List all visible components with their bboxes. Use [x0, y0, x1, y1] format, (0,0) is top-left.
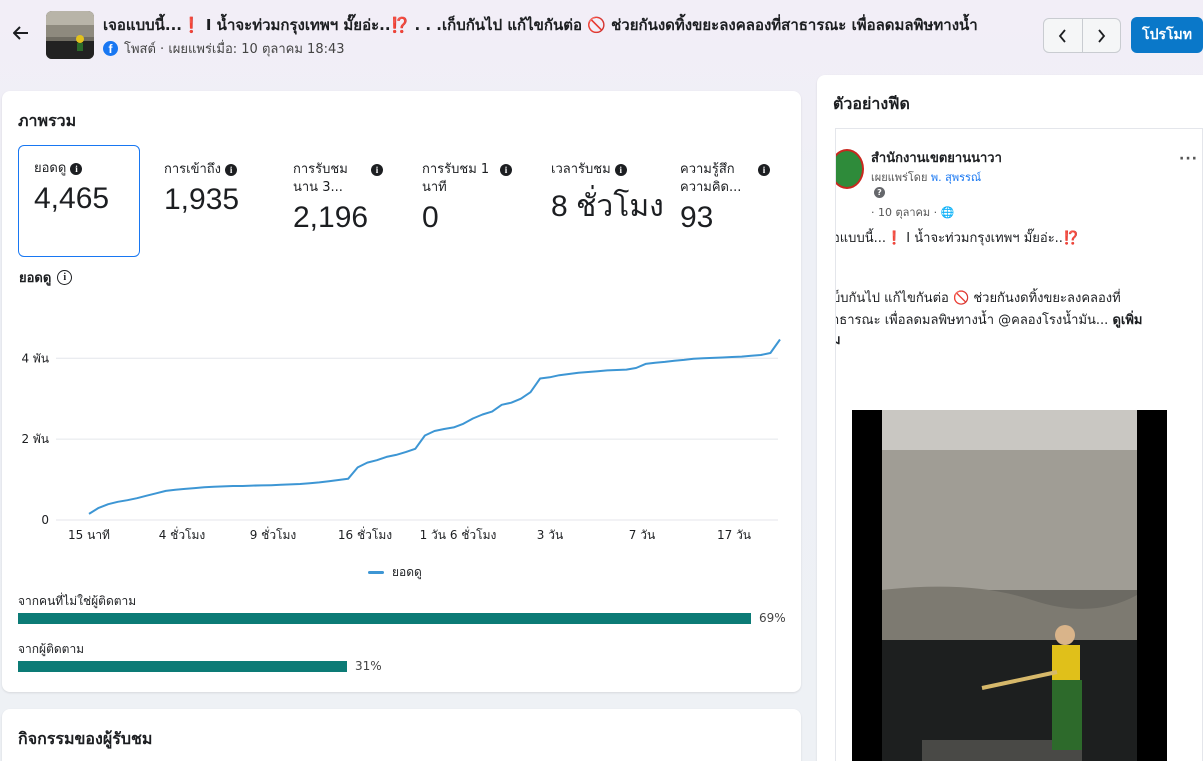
post-meta: f โพสต์ · เผยแพร่เมื่อ: 10 ตุลาคม 18:43 [103, 38, 345, 59]
promote-button[interactable]: โปรโมท [1131, 17, 1203, 53]
feed-preview-title: ตัวอย่างฟีด [833, 94, 910, 113]
post-text-line: ม [836, 329, 841, 350]
legend-label: ยอดดู [392, 565, 422, 579]
x-tick-label: 17 วัน [717, 528, 751, 542]
x-tick-label: 15 นาที [68, 528, 110, 542]
audience-followers: จากผู้ติดตาม 31% [18, 640, 790, 676]
see-more-link[interactable]: ดูเพิ่ม [1112, 313, 1142, 328]
post-meta-text: โพสต์ · เผยแพร่เมื่อ: 10 ตุลาคม 18:43 [124, 42, 345, 57]
more-options-icon[interactable]: ··· [1179, 151, 1198, 167]
x-tick-label: 16 ชั่วโมง [338, 526, 392, 542]
views-line-chart: 0 2 พัน 4 พัน 15 นาที 4 ชั่วโมง 9 ชั่วโมง 16 ช… [21, 338, 781, 542]
question-icon[interactable]: ? [874, 187, 885, 198]
post-thumbnail [46, 11, 94, 59]
audience-bar-fill [18, 613, 751, 624]
audience-percent: 31% [355, 659, 382, 673]
y-tick-label: 2 พัน [21, 432, 49, 446]
post-date: · 10 ตุลาคม · 🌐 [871, 206, 955, 219]
chevron-right-icon [1098, 28, 1105, 43]
post-text-line: บ็บกันไป แก้ไขกันต่อ 🚫 ช่วยกันงดทิ้งขยะล… [835, 291, 1121, 306]
overview-card: ภาพรวม ยอดดู i 4,465 การเข้าถึง i 1,935 … [2, 91, 801, 692]
audience-bar-fill [18, 661, 348, 672]
publisher-link[interactable]: พ. สุพรรณ์ [931, 171, 981, 184]
page-avatar[interactable] [836, 149, 864, 189]
published-by: เผยแพร่โดย พ. สุพรรณ์ [871, 171, 982, 184]
post-navigation [1043, 18, 1121, 53]
back-arrow-icon[interactable] [10, 22, 32, 44]
post-header: เจอแบบนี้...❗ I น้ำจะท่วมกรุงเทพฯ มั๊ยอ่… [0, 0, 1203, 72]
post-video[interactable] [852, 410, 1167, 761]
audience-non-followers: จากคนที่ไม่ใช่ผู้ติดตาม 69% [18, 592, 790, 628]
views-series-line[interactable] [88, 338, 781, 515]
facebook-icon: f [103, 41, 118, 56]
activity-title: กิจกรรมของผู้รับชม [18, 729, 153, 748]
post-text-line: าธารณะ เพื่อลดมลพิษทางน้ำ @คลองโรงน้ำมัน… [835, 313, 1143, 328]
audience-label: จากคนที่ไม่ใช่ผู้ติดตาม [18, 594, 137, 608]
previous-post-button[interactable] [1044, 19, 1083, 52]
audience-bar [18, 613, 753, 624]
next-post-button[interactable] [1083, 19, 1121, 52]
feed-preview-card: ตัวอย่างฟีด สำนักงานเขตยานนาวา เผยแพร่โด… [817, 75, 1203, 761]
page-name[interactable]: สำนักงานเขตยานนาวา [871, 147, 1002, 168]
x-tick-label: 7 วัน [629, 528, 655, 542]
y-tick-label: 0 [41, 513, 49, 527]
feed-post: สำนักงานเขตยานนาวา เผยแพร่โดย พ. สุพรรณ์… [835, 128, 1203, 761]
audience-percent: 69% [759, 611, 786, 625]
chart-legend: ยอดดู [368, 563, 422, 582]
chevron-left-icon [1059, 28, 1066, 43]
x-tick-label: 4 ชั่วโมง [159, 526, 206, 542]
legend-swatch [368, 571, 384, 574]
post-text-line: อแบบนี้...❗ I น้ำจะท่วมกรุงเทพฯ มั๊ยอ่ะ.… [835, 231, 1080, 246]
x-tick-label: 1 วัน 6 ชั่วโมง [420, 526, 497, 542]
audience-bar [18, 661, 753, 672]
x-tick-label: 9 ชั่วโมง [250, 526, 297, 542]
globe-icon: 🌐 [940, 206, 955, 219]
audience-label: จากผู้ติดตาม [18, 642, 85, 656]
y-tick-label: 4 พัน [21, 351, 49, 365]
x-tick-label: 3 วัน [537, 528, 563, 542]
audience-activity-card: กิจกรรมของผู้รับชม [2, 709, 801, 761]
post-title: เจอแบบนี้...❗ I น้ำจะท่วมกรุงเทพฯ มั๊ยอ่… [103, 16, 978, 34]
